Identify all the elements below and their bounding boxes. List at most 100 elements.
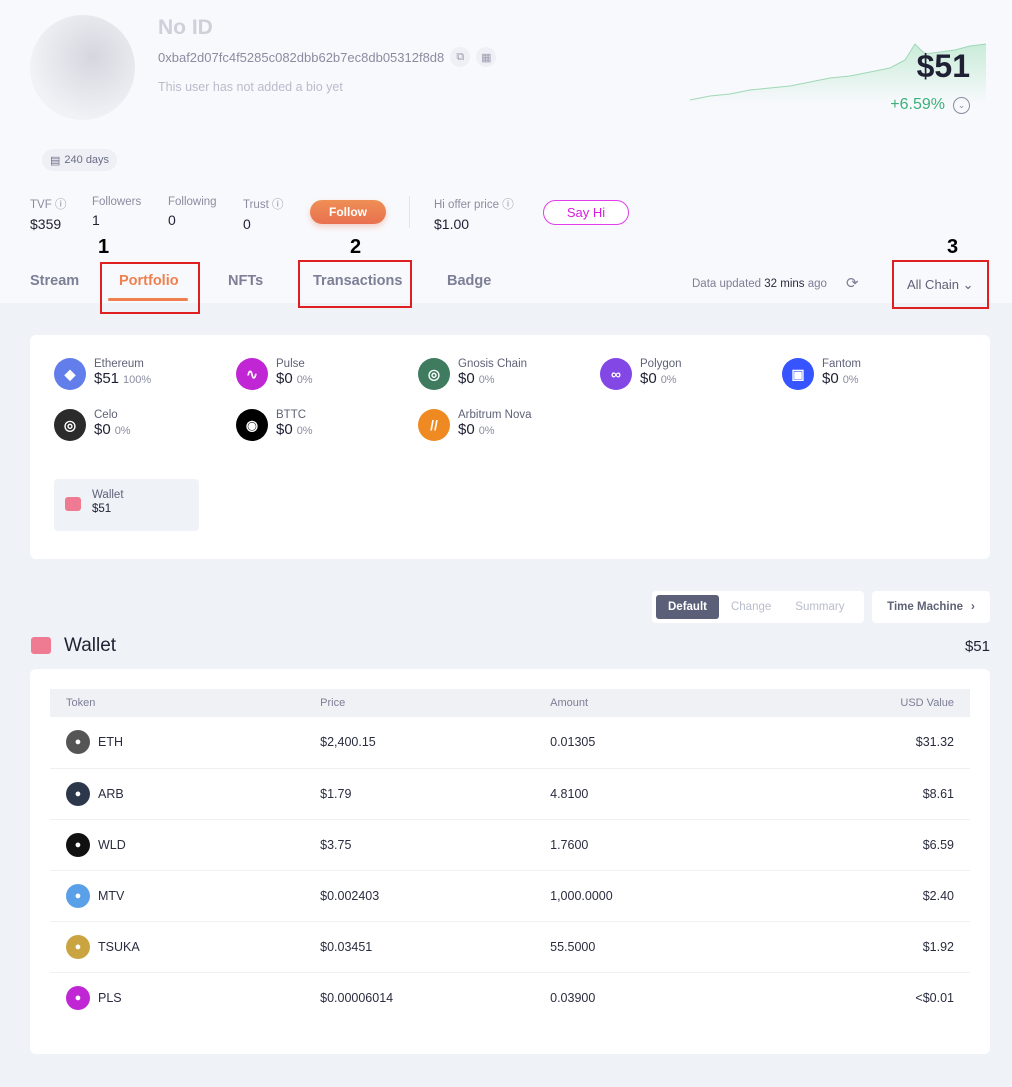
tab-stream[interactable]: Stream [30, 273, 79, 289]
wallet-summary[interactable]: Wallet $51 [54, 479, 199, 531]
chain-logo-icon: // [418, 409, 450, 441]
chevron-down-icon[interactable]: ⌄ [953, 96, 970, 114]
chain-name: Arbitrum Nova [458, 409, 532, 421]
hi-offer-price: Hi offer price ⓘ $1.00 [434, 199, 514, 232]
col-usd-value: USD Value [764, 689, 970, 717]
token-price: $1.79 [304, 768, 535, 820]
annotation-label-2: 2 [350, 236, 362, 258]
token-logo-icon: ● [66, 883, 90, 908]
token-symbol: MTV [98, 888, 125, 903]
token-usd-value: $31.32 [764, 717, 970, 769]
token-usd-value: $8.61 [764, 768, 970, 820]
token-amount: 0.03900 [550, 990, 596, 1005]
chain-percent: 100% [123, 374, 152, 386]
stat-trust: Trust ⓘ 0 [243, 199, 284, 232]
annotation-box-2 [298, 260, 412, 308]
chain-item[interactable]: ▣ Fantom $0 0% [782, 358, 861, 390]
view-toggle: Default Change Summary [652, 591, 864, 623]
table-row[interactable]: ● TSUKA $0.03451 55.5000 $1.92 [50, 921, 970, 973]
chain-item[interactable]: ◎ Celo $0 0% [54, 409, 131, 441]
token-price: $0.002403 [304, 870, 535, 922]
annotation-label-3: 3 [947, 236, 959, 258]
annotation-label-1: 1 [98, 236, 110, 258]
wallet-title: Wallet [64, 635, 117, 656]
chain-value: $0 [640, 370, 657, 387]
chain-percent: 0% [296, 425, 313, 437]
days-text: 240 days [64, 154, 110, 166]
chain-item[interactable]: ∞ Polygon $0 0% [600, 358, 682, 390]
table-row[interactable]: ● ARB $1.79 4.8100 $8.61 [50, 768, 970, 820]
table-row[interactable]: ● ETH $2,400.15 0.01305 $31.32 [50, 717, 970, 769]
chain-logo-icon: ▣ [782, 358, 814, 390]
avatar [30, 15, 135, 120]
wallet-total: $51 [964, 638, 990, 655]
token-amount: 0.01305 [534, 717, 765, 769]
chain-percent: 0% [114, 425, 131, 437]
chain-logo-icon: ◎ [418, 358, 450, 390]
chain-value: $0 [458, 421, 475, 438]
token-table: Token Price Amount USD Value ● ETH $2,400… [50, 689, 970, 1023]
chain-item[interactable]: ∿ Pulse $0 0% [236, 358, 313, 390]
chain-percent: 0% [296, 374, 313, 386]
chain-percent: 0% [842, 374, 859, 386]
tab-nfts[interactable]: NFTs [228, 273, 263, 289]
chain-percent: 0% [478, 374, 495, 386]
annotation-box-3 [892, 260, 989, 309]
calendar-icon: ▤ [50, 154, 61, 167]
chain-item[interactable]: ◎ Gnosis Chain $0 0% [418, 358, 527, 390]
chain-name: Pulse [276, 358, 305, 370]
wallet-address: 0xbaf2d07fc4f5285c082dbb62b7ec8db05312f8… [158, 49, 445, 65]
chain-logo-icon: ∿ [236, 358, 268, 390]
data-updated: Data updated 32 mins ago [692, 278, 827, 290]
table-row[interactable]: ● WLD $3.75 1.7600 $6.59 [50, 819, 970, 871]
chain-logo-icon: ◎ [54, 409, 86, 441]
time-machine-button[interactable]: Time Machine › [872, 591, 990, 623]
stat-following[interactable]: Following 0 [168, 196, 217, 228]
chain-item[interactable]: ◆ Ethereum $51 100% [54, 358, 151, 390]
chain-logo-icon: ∞ [600, 358, 632, 390]
token-price: $0.00006014 [320, 990, 394, 1005]
stat-followers[interactable]: Followers 1 [92, 196, 141, 228]
say-hi-button[interactable]: Say Hi [543, 200, 629, 225]
chain-value: $0 [94, 421, 111, 438]
token-usd-value: <$0.01 [915, 990, 954, 1005]
col-amount: Amount [534, 689, 765, 717]
follow-button[interactable]: Follow [310, 200, 386, 224]
wallet-icon [31, 637, 51, 654]
help-icon: ⓘ [54, 199, 67, 211]
chain-name: Fantom [822, 358, 861, 370]
refresh-icon[interactable]: ⟳ [846, 274, 859, 292]
chain-value: $51 [94, 370, 120, 387]
tab-badge[interactable]: Badge [447, 273, 491, 289]
chain-value: $0 [822, 370, 839, 387]
table-row[interactable]: ● MTV $0.002403 1,000.0000 $2.40 [50, 870, 970, 922]
token-amount: 1,000.0000 [534, 870, 765, 922]
chain-item[interactable]: ◉ BTTC $0 0% [236, 409, 313, 441]
token-amount: 4.8100 [534, 768, 765, 820]
toggle-change[interactable]: Change [719, 595, 783, 619]
annotation-box-1 [100, 262, 200, 314]
token-logo-icon: ● [66, 934, 90, 959]
token-symbol: ETH [98, 735, 123, 750]
chain-summary-card: ◆ Ethereum $51 100% ∿ Pulse $0 0% ◎ Gnosis C… [30, 335, 990, 559]
token-price: $3.75 [304, 819, 535, 871]
token-symbol: PLS [98, 990, 122, 1005]
qr-code-icon[interactable]: ▦ [476, 47, 497, 67]
chain-name: Celo [94, 409, 118, 421]
divider [409, 196, 410, 228]
chain-item[interactable]: // Arbitrum Nova $0 0% [418, 409, 532, 441]
chain-name: Ethereum [94, 358, 144, 370]
bio: This user has not added a bio yet [158, 80, 343, 94]
token-amount: 1.7600 [534, 819, 765, 871]
table-row[interactable]: ● PLS $0.00006014 0.03900 <$0.01 [50, 972, 970, 1023]
toggle-default[interactable]: Default [656, 595, 719, 619]
token-symbol: TSUKA [98, 939, 140, 954]
chain-logo-icon: ◆ [54, 358, 86, 390]
toggle-summary[interactable]: Summary [783, 595, 856, 619]
copy-icon[interactable]: ⧉ [450, 47, 471, 67]
col-price: Price [304, 689, 535, 717]
chevron-right-icon: › [971, 601, 975, 613]
token-symbol: ARB [98, 786, 124, 801]
help-icon: ⓘ [271, 199, 284, 211]
stat-tvf: TVF ⓘ $359 [30, 199, 67, 232]
